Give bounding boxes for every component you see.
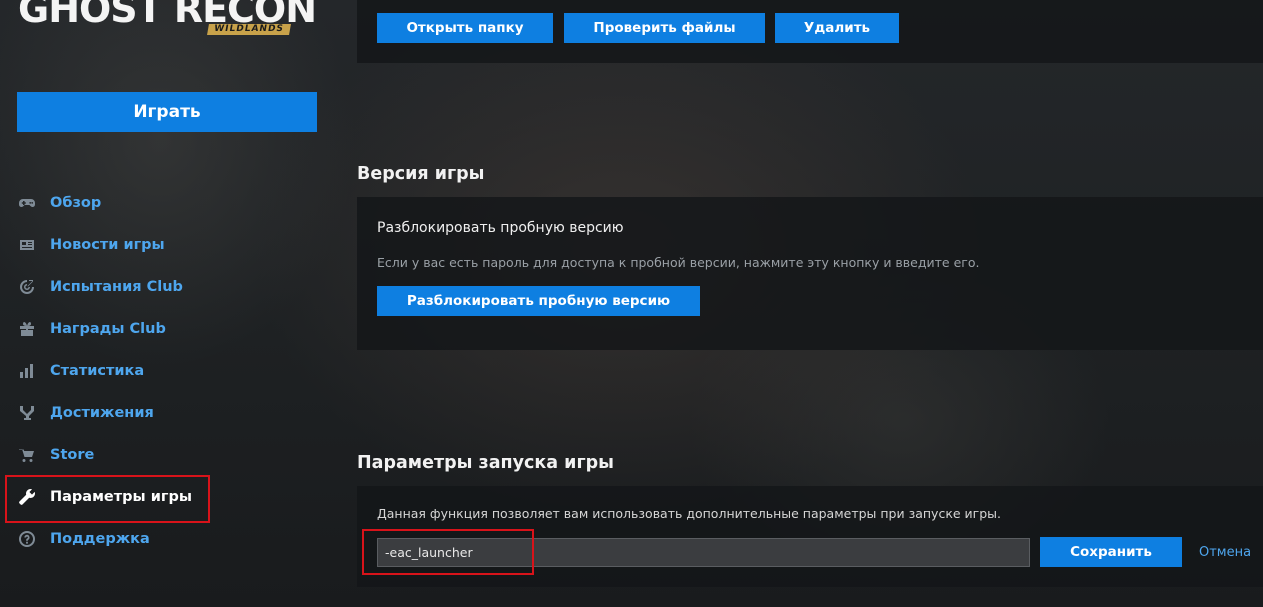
sidebar-item-club-rewards[interactable]: Награды Club <box>0 308 340 350</box>
sidebar-item-label: Store <box>50 447 95 463</box>
version-panel: Разблокировать пробную версию Если у вас… <box>357 197 1263 350</box>
sidebar-item-club-challenges[interactable]: Испытания Club <box>0 266 340 308</box>
gift-icon <box>18 321 36 337</box>
game-logo: GHOST RECON WILDLANDS <box>18 0 318 38</box>
sidebar-item-label: Обзор <box>50 195 102 211</box>
sidebar-item-label: Награды Club <box>50 321 166 337</box>
sidebar-item-label: Достижения <box>50 405 154 421</box>
sidebar-item-overview[interactable]: Обзор <box>0 182 340 224</box>
sidebar-item-label: Поддержка <box>50 531 150 547</box>
unlock-trial-description: Если у вас есть пароль для доступа к про… <box>377 255 980 270</box>
sidebar-item-support[interactable]: Поддержка <box>0 518 340 560</box>
version-section-title: Версия игры <box>357 164 485 184</box>
unlock-trial-button[interactable]: Разблокировать пробную версию <box>377 286 700 316</box>
launch-section-title: Параметры запуска игры <box>357 453 614 473</box>
sidebar-item-statistics[interactable]: Статистика <box>0 350 340 392</box>
gamepad-icon <box>18 195 36 211</box>
delete-button[interactable]: Удалить <box>775 13 899 43</box>
sidebar-item-achievements[interactable]: Достижения <box>0 392 340 434</box>
unlock-trial-heading: Разблокировать пробную версию <box>377 220 624 236</box>
logo-subtitle: WILDLANDS <box>207 24 291 35</box>
help-circle-icon <box>18 531 36 547</box>
trophy-icon <box>18 405 36 421</box>
open-folder-button[interactable]: Открыть папку <box>377 13 553 43</box>
sidebar-item-label: Испытания Club <box>50 279 183 295</box>
save-button[interactable]: Сохранить <box>1040 537 1182 567</box>
verify-files-button[interactable]: Проверить файлы <box>564 13 765 43</box>
annotation-highlight-input <box>362 529 534 575</box>
sidebar-item-label: Статистика <box>50 363 145 379</box>
launcher-window: GHOST RECON WILDLANDS Играть Обзор Новос… <box>0 0 1263 607</box>
annotation-highlight-settings <box>5 475 210 523</box>
cart-icon <box>18 447 36 463</box>
sidebar-item-news[interactable]: Новости игры <box>0 224 340 266</box>
target-icon <box>18 279 36 295</box>
bar-chart-icon <box>18 363 36 379</box>
sidebar-item-label: Новости игры <box>50 237 165 253</box>
file-actions-panel: Открыть папку Проверить файлы Удалить <box>357 0 1263 63</box>
newspaper-icon <box>18 237 36 253</box>
sidebar-item-store[interactable]: Store <box>0 434 340 476</box>
play-button[interactable]: Играть <box>17 92 317 132</box>
cancel-link[interactable]: Отмена <box>1199 545 1251 560</box>
launch-params-description: Данная функция позволяет вам использоват… <box>377 506 1002 521</box>
